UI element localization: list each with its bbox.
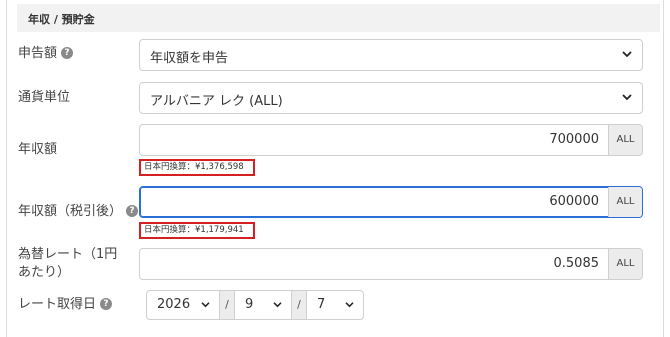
date-separator: /	[220, 290, 234, 320]
section-header: 年収 / 預貯金	[17, 4, 660, 32]
after-tax-label: 年収額（税引後）?	[18, 203, 139, 221]
after-tax-label-text: 年収額（税引後）	[18, 204, 123, 219]
declaration-label-text: 申告額	[18, 46, 58, 61]
currency-select[interactable]: アルバニア レク (ALL)	[139, 82, 643, 114]
rate-date-month-select[interactable]: 9	[234, 290, 292, 320]
chevron-down-icon	[622, 94, 632, 101]
chevron-down-icon	[273, 302, 282, 308]
currency-selected: アルバニア レク (ALL)	[150, 94, 283, 109]
rate-field[interactable]: 0.5085 ALL	[139, 248, 643, 280]
question-circle-icon[interactable]: ?	[100, 297, 113, 310]
chevron-down-icon	[345, 302, 354, 308]
rate-label: 為替レート（1円あたり）	[18, 247, 118, 280]
rate-date-day: 7	[317, 297, 326, 312]
declaration-select[interactable]: 年収額を申告	[139, 39, 643, 71]
after-tax-value: 600000	[549, 194, 599, 209]
rate-date-label: レート取得日?	[18, 296, 113, 314]
question-circle-icon[interactable]: ?	[61, 46, 74, 59]
rate-date-month: 9	[245, 297, 254, 312]
annual-income-field[interactable]: 700000 ALL	[139, 124, 643, 156]
annual-income-value: 700000	[549, 132, 599, 147]
rate-date-day-select[interactable]: 7	[306, 290, 364, 320]
rate-date-year: 2026	[157, 297, 191, 312]
date-separator: /	[292, 290, 306, 320]
declaration-selected: 年収額を申告	[150, 51, 229, 66]
declaration-label: 申告額?	[18, 45, 74, 63]
after-tax-field[interactable]: 600000 ALL	[139, 186, 643, 218]
rate-date-label-text: レート取得日	[18, 297, 97, 312]
section-title: 年収 / 預貯金	[28, 13, 95, 26]
annual-income-jpy-note: 日本円換算：¥1,376,598	[139, 159, 255, 176]
annual-income-label: 年収額	[18, 142, 58, 157]
rate-date-year-select[interactable]: 2026	[146, 290, 220, 320]
annual-income-unit: ALL	[608, 125, 642, 155]
currency-label: 通貨単位	[18, 90, 71, 105]
rate-unit: ALL	[608, 249, 642, 279]
after-tax-unit: ALL	[608, 187, 642, 217]
question-circle-icon[interactable]: ?	[126, 204, 139, 217]
rate-value: 0.5085	[553, 256, 600, 271]
chevron-down-icon	[201, 302, 210, 308]
after-tax-jpy-note: 日本円換算：¥1,179,941	[139, 222, 255, 239]
chevron-down-icon	[622, 51, 632, 58]
